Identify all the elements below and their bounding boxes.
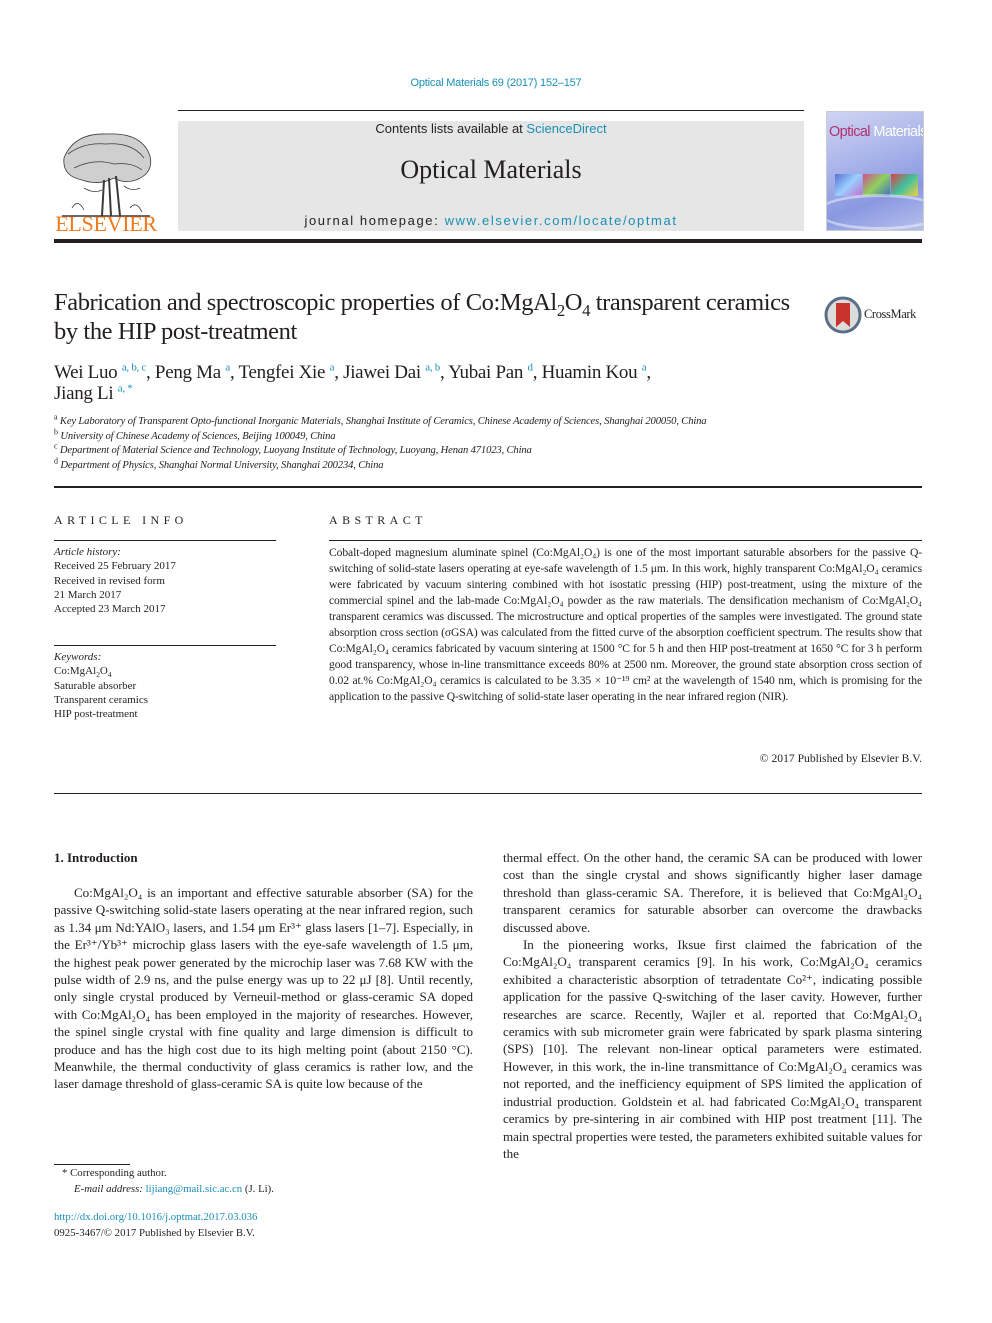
abstract-text: Cobalt-doped magnesium aluminate spinel …	[329, 546, 922, 703]
journal-name: Optical Materials	[400, 155, 582, 184]
paragraph: In the pioneering works, Iksue first cla…	[503, 937, 922, 1161]
footnote-rule	[54, 1164, 130, 1165]
footnote: * Corresponding author. E-mail address: …	[54, 1166, 474, 1197]
contents-line: Contents lists available at ScienceDirec…	[178, 121, 804, 136]
history-item: 21 March 2017	[54, 588, 122, 601]
paragraph: thermal effect. On the other hand, the c…	[503, 850, 922, 935]
article-info-heading: ARTICLE INFO	[54, 513, 188, 527]
issn-line: 0925-3467/© 2017 Published by Elsevier B…	[54, 1226, 255, 1239]
cover-title: Optical Materials	[829, 124, 924, 140]
keyword: HIP post-treatment	[54, 708, 138, 721]
abstract-heading: ABSTRACT	[329, 513, 427, 527]
affiliations-rule	[54, 486, 922, 488]
author[interactable]: Jiawei Dai a, b	[343, 362, 440, 383]
section-heading-introduction: 1. Introduction	[54, 850, 138, 865]
body-column-left: Co:MgAl₂O₄ is an important and effective…	[54, 884, 473, 1093]
affiliation: c Department of Material Science and Tec…	[54, 441, 532, 456]
abstract-end-rule	[54, 793, 922, 794]
journal-cover-thumbnail[interactable]: Optical Materials	[826, 111, 924, 231]
keyword: Co:MgAl2O4	[54, 665, 112, 680]
email-link[interactable]: lijiang@mail.sic.ac.cn	[146, 1183, 243, 1195]
article-title: Fabrication and spectroscopic properties…	[54, 289, 790, 345]
paragraph: Co:MgAl₂O₄ is an important and effective…	[54, 885, 473, 1092]
cover-image-2	[863, 174, 890, 196]
author[interactable]: Tengfei Xie a	[239, 362, 335, 383]
keyword: Transparent ceramics	[54, 693, 148, 706]
abstract-copyright: © 2017 Published by Elsevier B.V.	[759, 752, 922, 765]
sciencedirect-link[interactable]: ScienceDirect	[526, 121, 606, 136]
history-label: Article history:	[54, 546, 121, 558]
history-item: Received 25 February 2017	[54, 560, 176, 573]
body-column-right: thermal effect. On the other hand, the c…	[503, 849, 922, 1162]
author-corresponding[interactable]: Jiang Li a, *	[54, 383, 133, 404]
cover-image-3	[891, 174, 918, 196]
homepage-link[interactable]: www.elsevier.com/locate/optmat	[445, 213, 678, 228]
author[interactable]: Peng Ma a	[155, 362, 230, 383]
author[interactable]: Huamin Kou a	[542, 362, 647, 383]
author[interactable]: Wei Luo a, b, c	[54, 362, 146, 383]
elsevier-wordmark: ELSEVIER	[55, 211, 157, 236]
header-rule	[178, 110, 804, 111]
history-item: Received in revised form	[54, 574, 165, 587]
doi-link[interactable]: http://dx.doi.org/10.1016/j.optmat.2017.…	[54, 1210, 257, 1226]
abstract-rule	[329, 540, 922, 541]
cover-image-1	[835, 174, 862, 196]
author[interactable]: Yubai Pan d	[448, 362, 533, 383]
article-info-rule	[54, 540, 276, 541]
history-item: Accepted 23 March 2017	[54, 603, 166, 616]
homepage-label: journal homepage:	[304, 213, 445, 228]
journal-homepage: journal homepage: www.elsevier.com/locat…	[178, 213, 804, 228]
keywords-rule	[54, 645, 276, 646]
affiliation: b University of Chinese Academy of Scien…	[54, 426, 336, 442]
keywords-label: Keywords:	[54, 651, 102, 663]
crossmark-button[interactable]: CrossMark	[824, 296, 922, 334]
keywords: Keywords: Co:MgAl2O4 Saturable absorber …	[54, 650, 278, 721]
cover-swirl	[827, 194, 923, 230]
affiliation: d Department of Physics, Shanghai Normal…	[54, 455, 384, 471]
affiliation: a Key Laboratory of Transparent Opto-fun…	[54, 412, 707, 427]
author-list: Wei Luo a, b, c, Peng Ma a, Tengfei Xie …	[54, 361, 651, 404]
journal-citation[interactable]: Optical Materials 69 (2017) 152–157	[0, 77, 992, 89]
contents-prefix: Contents lists available at	[375, 121, 527, 136]
keyword: Saturable absorber	[54, 679, 137, 692]
crossmark-label: CrossMark	[864, 307, 916, 321]
corresponding-author-note: * Corresponding author.	[62, 1167, 167, 1179]
article-history: Article history: Received 25 February 20…	[54, 545, 278, 616]
doi-block: http://dx.doi.org/10.1016/j.optmat.2017.…	[54, 1210, 257, 1241]
crossmark-icon	[824, 296, 862, 334]
email-line: E-mail address: lijiang@mail.sic.ac.cn (…	[74, 1182, 274, 1195]
affiliations: a Key Laboratory of Transparent Opto-fun…	[54, 412, 934, 473]
header-thick-rule	[54, 239, 922, 243]
